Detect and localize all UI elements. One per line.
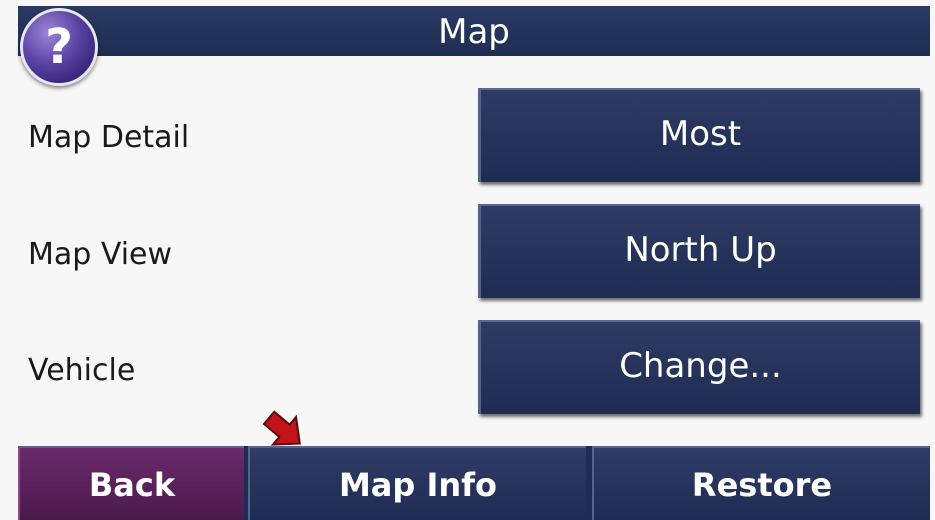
vehicle-change-button[interactable]: Change... [478,320,920,414]
restore-button[interactable]: Restore [592,446,930,520]
vehicle-change-value: Change... [619,346,782,386]
back-button[interactable]: Back [18,446,244,520]
back-button-label: Back [88,466,176,504]
map-view-label: Map View [28,237,173,272]
vehicle-label: Vehicle [28,353,136,388]
map-detail-label: Map Detail [28,120,190,155]
page-title: Map [438,12,510,52]
help-button[interactable]: ? [20,8,98,86]
red-pointer-arrow-icon [262,410,301,446]
map-info-button-label: Map Info [338,466,498,504]
restore-button-label: Restore [691,466,833,504]
map-settings-screen: Map ? Map Detail Most Map View North Up … [0,0,935,520]
question-mark-icon: ? [45,19,73,75]
map-detail-value: Most [659,114,742,154]
map-view-button[interactable]: North Up [478,204,920,298]
title-bar: Map [18,6,930,56]
map-view-value: North Up [624,230,777,270]
map-detail-button[interactable]: Most [478,88,920,182]
